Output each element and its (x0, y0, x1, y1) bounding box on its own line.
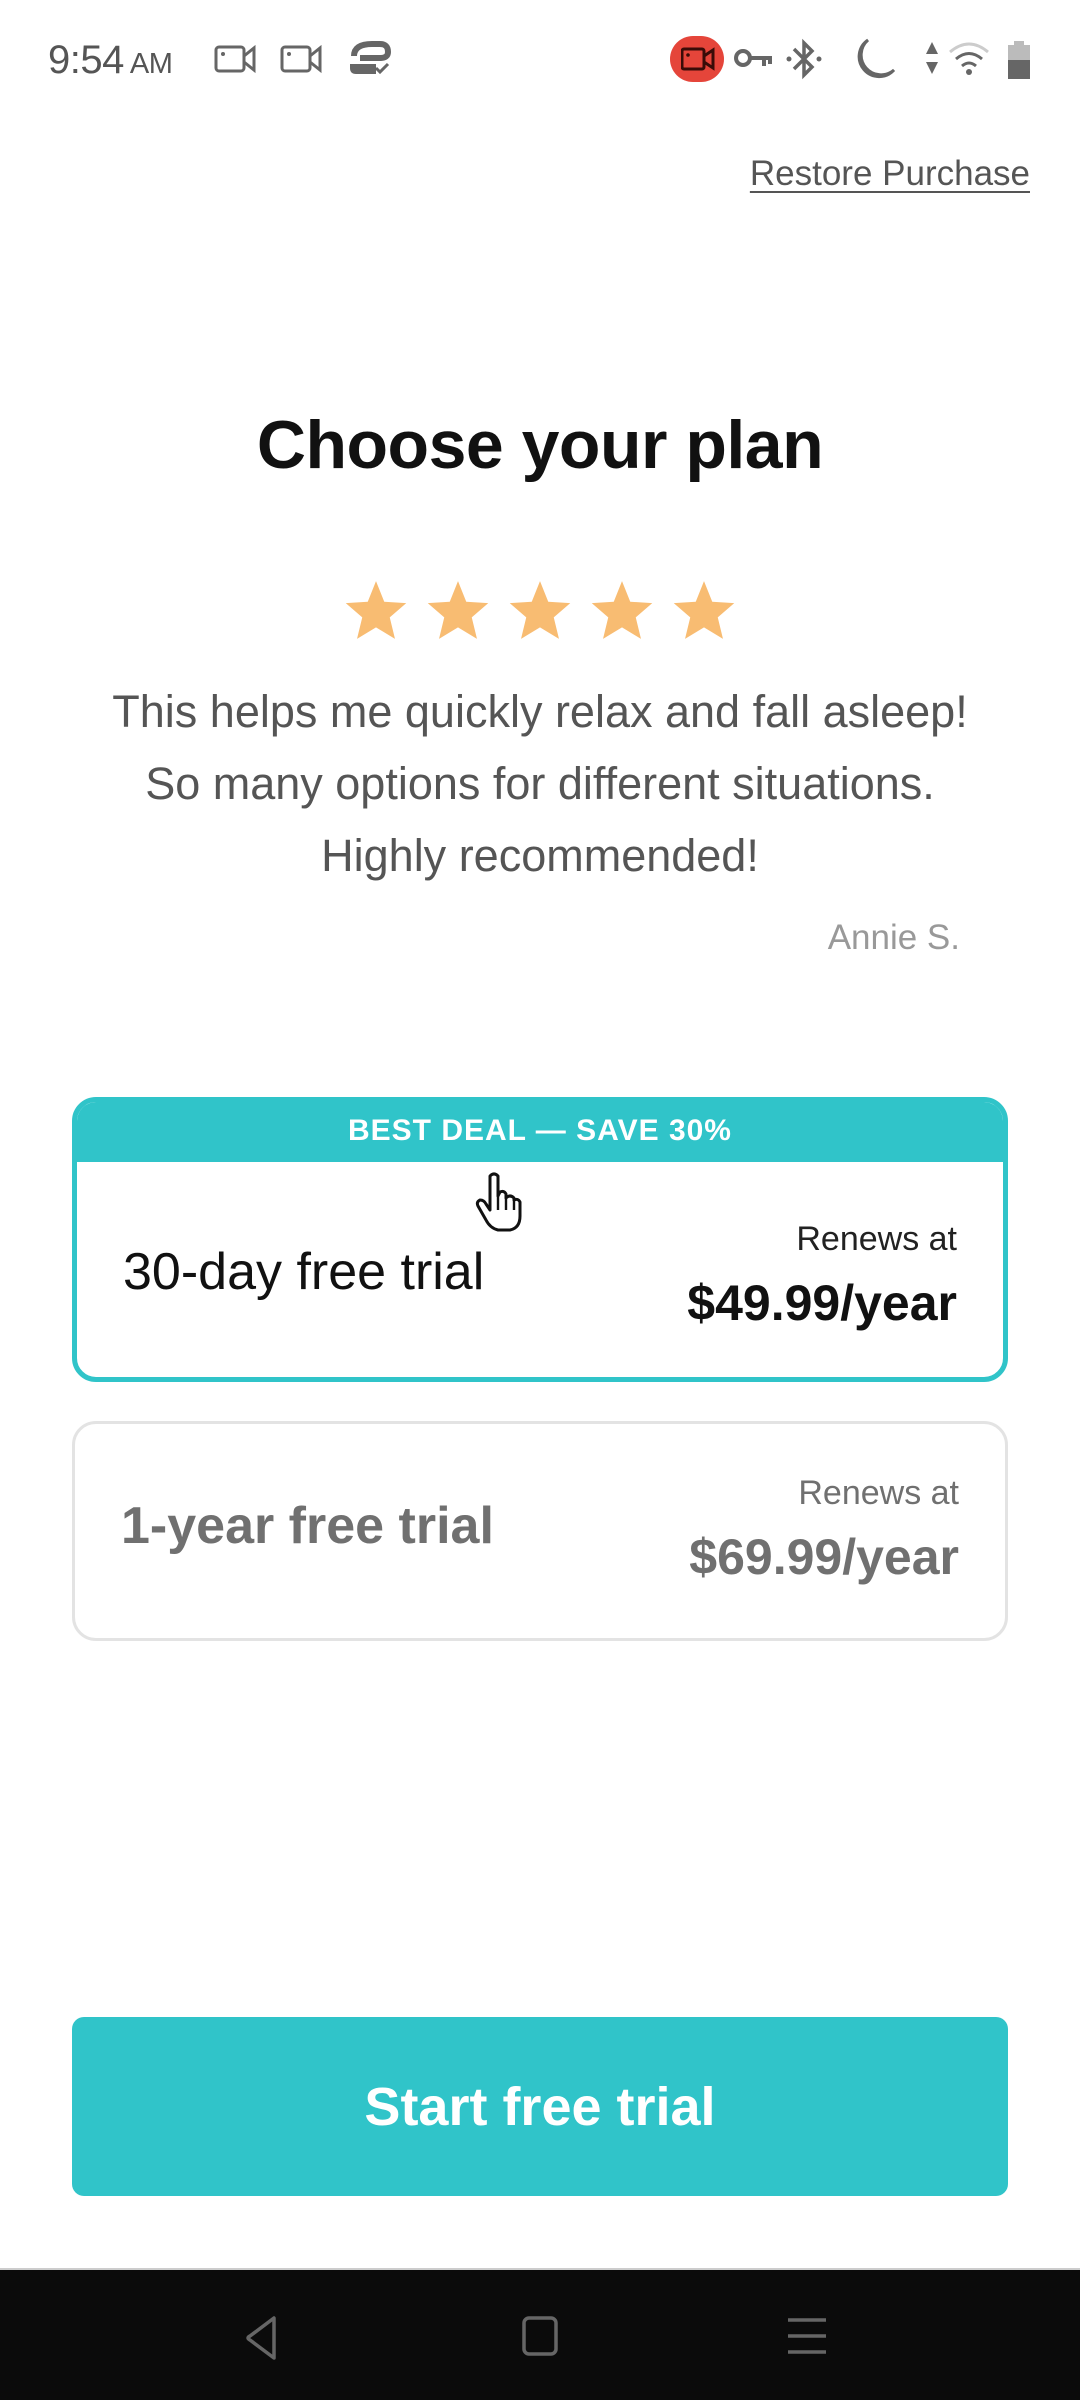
review-author: Annie S. (827, 918, 960, 957)
screen-record-icon (214, 44, 258, 79)
star-rating (0, 578, 1080, 642)
bluetooth-icon (786, 38, 822, 85)
hand-pointer-cursor-icon (472, 1172, 530, 1239)
star-icon (671, 578, 737, 642)
page-title: Choose your plan (256, 407, 824, 483)
status-time-ampm: AM (129, 48, 173, 80)
home-icon[interactable] (520, 2314, 560, 2363)
plan-renews-label: Renews at (796, 1220, 957, 1258)
status-time: 9:54 AM (48, 38, 173, 83)
star-icon (589, 578, 655, 642)
system-nav-bar (0, 2268, 1080, 2400)
plan-price: $49.99/year (687, 1275, 957, 1331)
recents-icon[interactable] (786, 2314, 828, 2363)
back-icon[interactable] (240, 2314, 280, 2367)
plan-name: 1-year free trial (121, 1497, 494, 1555)
plan-name: 30-day free trial (123, 1243, 485, 1301)
star-icon (507, 578, 573, 642)
status-time-value: 9:54 (48, 38, 124, 82)
plan-renews-label: Renews at (798, 1474, 959, 1512)
wifi-icon (948, 40, 990, 81)
start-free-trial-button[interactable]: Start free trial (72, 2017, 1008, 2196)
screen-record-icon (280, 44, 324, 79)
recording-active-icon (670, 36, 724, 82)
plan-price: $69.99/year (689, 1529, 959, 1585)
vpn-key-icon (734, 46, 774, 75)
data-arrows-icon (924, 40, 940, 81)
battery-icon (1006, 40, 1032, 85)
sync-check-icon (346, 40, 392, 83)
plan-option-1-year[interactable]: 1-year free trial Renews at $69.99/year (72, 1421, 1008, 1641)
do-not-disturb-moon-icon (850, 36, 898, 89)
status-bar: 9:54 AM (0, 0, 1080, 120)
plan-option-30-day[interactable]: BEST DEAL — SAVE 30% 30-day free trial R… (72, 1097, 1008, 1382)
review-text: This helps me quickly relax and fall asl… (112, 686, 968, 881)
star-icon (343, 578, 409, 642)
star-icon (425, 578, 491, 642)
restore-purchase-link[interactable]: Restore Purchase (750, 154, 1030, 194)
best-deal-banner: BEST DEAL — SAVE 30% (77, 1102, 1003, 1162)
